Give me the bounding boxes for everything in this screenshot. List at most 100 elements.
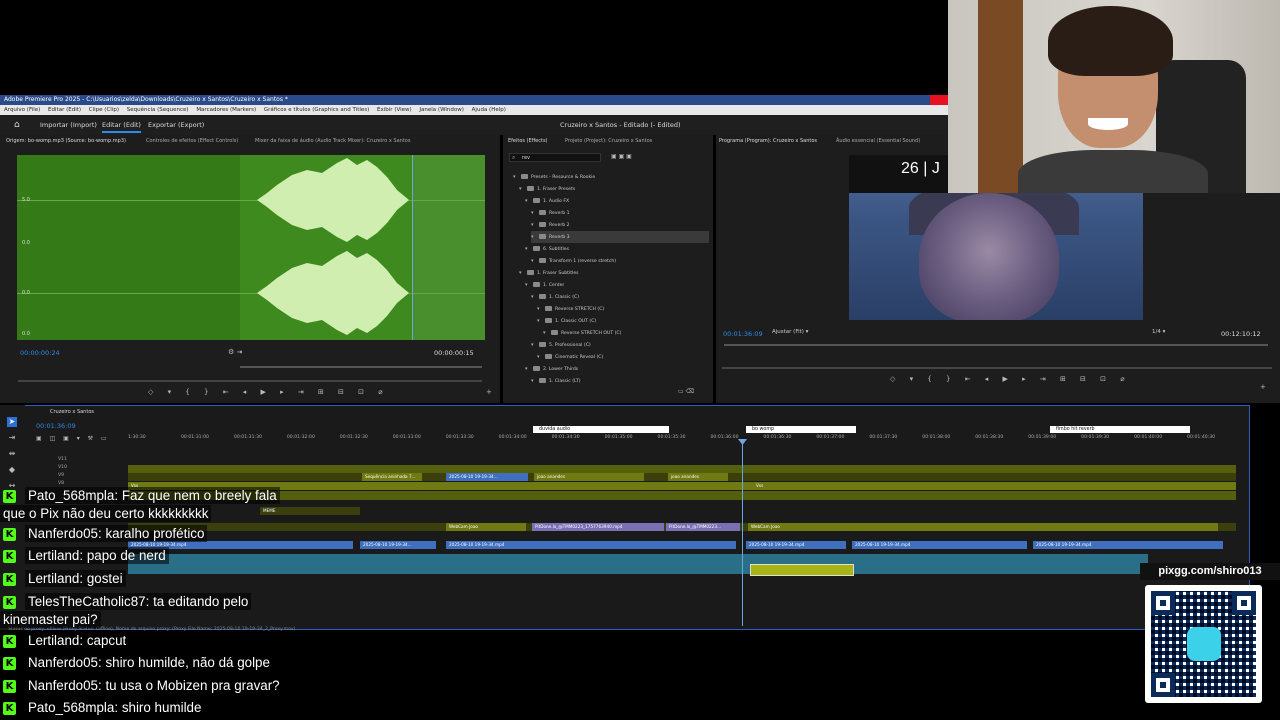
program-transport-controls[interactable]: ◇ ▾ { } ⇤ ◂ ▶ ▸ ⇥ ⊞ ⊟ ⊡ ⌀ bbox=[890, 375, 1130, 383]
clip[interactable]: 2025-08-10 19-19-34.mp4 bbox=[852, 541, 1027, 549]
clip[interactable]: Vss bbox=[753, 482, 813, 490]
chevron-down-icon[interactable]: ▾ bbox=[531, 207, 539, 219]
tab-essential-sound[interactable]: Áudio essencial (Essential Sound) bbox=[836, 135, 920, 147]
source-time-ruler[interactable] bbox=[240, 366, 482, 368]
timeline-playhead[interactable] bbox=[742, 441, 743, 626]
effects-tree-item[interactable]: ▾ Cinematic Reveal (C) bbox=[537, 351, 709, 363]
effects-tree-item[interactable]: ▾ Reverb 2 bbox=[531, 219, 709, 231]
add-button-icon[interactable]: + bbox=[486, 388, 492, 396]
clip[interactable]: WebCam Joao bbox=[446, 523, 526, 531]
marker-label-1[interactable]: duvida audio bbox=[533, 426, 669, 433]
chevron-down-icon[interactable]: ▾ bbox=[531, 255, 539, 267]
chevron-down-icon[interactable]: ▾ bbox=[519, 183, 527, 195]
menu-view[interactable]: Exibir (View) bbox=[377, 107, 412, 113]
effects-tree-item[interactable]: ▾ Transform 1 (reverse stretch) bbox=[531, 255, 709, 267]
tab-project[interactable]: Projeto (Project): Cruzeiro x Santos bbox=[565, 135, 652, 147]
wrench-icon[interactable]: ⚙ ⇥ bbox=[228, 348, 242, 356]
clip[interactable]: 2025-08-10 19-19-34.mp4 bbox=[1033, 541, 1223, 549]
chevron-down-icon[interactable]: ▾ bbox=[525, 195, 533, 207]
effects-search-input[interactable]: ⌕ rev bbox=[509, 153, 601, 162]
add-button-icon[interactable]: + bbox=[1260, 383, 1266, 391]
chevron-down-icon[interactable]: ▾ bbox=[543, 327, 551, 339]
track-select-tool-icon[interactable]: ⇥ bbox=[7, 433, 17, 443]
audio-waveform[interactable]: 5.0 0.0 0.0 0.0 bbox=[17, 155, 485, 340]
effects-tree-item[interactable]: ▾ Reverb 3 bbox=[531, 231, 709, 243]
clip[interactable]: 2025-08-10 19-19-34.mp4 bbox=[746, 541, 846, 549]
sequence-tab[interactable]: Cruzeiro x Santos bbox=[50, 409, 94, 415]
track-label-v9[interactable]: V9 bbox=[58, 473, 64, 478]
timeline-ruler[interactable]: 1:30:30 00:01:31:00 00:01:31:30 00:01:32:00… bbox=[128, 432, 1240, 446]
chevron-down-icon[interactable]: ▾ bbox=[537, 315, 545, 327]
clip[interactable]: joao anandes bbox=[534, 473, 644, 481]
tab-program[interactable]: Programa (Program): Cruzeiro x Santos bbox=[719, 135, 817, 147]
menu-sequence[interactable]: Sequência (Sequence) bbox=[127, 107, 189, 113]
effects-tree-item[interactable]: ▾ 1. Fraser Subtitles bbox=[519, 267, 709, 279]
chevron-down-icon[interactable]: ▾ bbox=[531, 291, 539, 303]
effects-tree-item[interactable]: ▾ 1. Classic (C) bbox=[531, 291, 709, 303]
effects-tree-item[interactable]: ▾ Presets - Resource & Rookie bbox=[513, 171, 709, 183]
effects-tree-item[interactable]: ▾ 1. Fraser Presets bbox=[519, 183, 709, 195]
marker-label-3[interactable]: fimbo hit reverb bbox=[1050, 426, 1190, 433]
zoom-fit-dropdown[interactable]: Ajustar (Fit) ▾ bbox=[772, 327, 818, 337]
menu-clip[interactable]: Clipe (Clip) bbox=[89, 107, 119, 113]
tab-export[interactable]: Exportar (Export) bbox=[148, 115, 204, 135]
source-current-timecode[interactable]: 00:00:00:24 bbox=[20, 349, 60, 357]
razor-tool-icon[interactable]: ◆ bbox=[7, 465, 17, 475]
tab-effects[interactable]: Efeitos (Effects) bbox=[508, 135, 548, 147]
clip[interactable]: PitDone.lo_@TMM0223_1757763940.mp4 bbox=[532, 523, 664, 531]
chevron-down-icon[interactable]: ▾ bbox=[525, 363, 533, 375]
chevron-down-icon[interactable]: ▾ bbox=[513, 171, 521, 183]
effects-tree-item[interactable]: ▾ 5. Professional (C) bbox=[531, 339, 709, 351]
effects-tree-item[interactable]: ▾ 1. Classic (LT) bbox=[531, 375, 709, 387]
effects-tree-item[interactable]: ▾ Reverse STRETCH (C) bbox=[537, 303, 709, 315]
marker-label-2[interactable]: bo womp bbox=[746, 426, 856, 433]
audio-clip-selected[interactable] bbox=[750, 564, 854, 576]
chevron-down-icon[interactable]: ▾ bbox=[531, 375, 539, 387]
menu-markers[interactable]: Marcadores (Markers) bbox=[196, 107, 256, 113]
timeline-tool-icons[interactable]: ▣ ◫ ▣ ▾ ⚒ ▭ bbox=[36, 435, 110, 442]
chevron-down-icon[interactable]: ▾ bbox=[525, 243, 533, 255]
chevron-down-icon[interactable]: ▾ bbox=[537, 303, 545, 315]
tab-import[interactable]: Importar (Import) bbox=[40, 115, 97, 135]
effects-tree-item[interactable]: ▾ Reverse STRETCH OUT (C) bbox=[543, 327, 709, 339]
menu-file[interactable]: Arquivo (File) bbox=[4, 107, 40, 113]
clip[interactable]: Sequência aninhada 7... bbox=[362, 473, 422, 481]
delete-icon[interactable]: ▭ ⌫ bbox=[678, 388, 694, 395]
effects-tree-item[interactable]: ▾ 1. Classic OUT (C) bbox=[537, 315, 709, 327]
chevron-down-icon[interactable]: ▾ bbox=[531, 231, 539, 243]
source-zoom-scrollbar[interactable] bbox=[18, 380, 482, 382]
timeline-current-timecode[interactable]: 00:01:36:09 bbox=[36, 422, 76, 430]
tab-audio-track-mixer[interactable]: Mixer da faixa de áudio (Audio Track Mix… bbox=[255, 135, 410, 147]
effects-tree-item[interactable]: ▾ 1. Center bbox=[525, 279, 709, 291]
effects-tree-item[interactable]: ▾ 1. Audio FX bbox=[525, 195, 709, 207]
menu-window[interactable]: Janela (Window) bbox=[419, 107, 464, 113]
chevron-down-icon[interactable]: ▾ bbox=[519, 267, 527, 279]
program-time-ruler[interactable] bbox=[724, 344, 1268, 346]
ripple-edit-tool-icon[interactable]: ⇹ bbox=[7, 449, 17, 459]
tab-edit[interactable]: Editar (Edit) bbox=[102, 115, 141, 133]
clip[interactable]: 2025-08-10 19-19-34... bbox=[360, 541, 436, 549]
effects-tree-item[interactable]: ▾ 6. Subtitles bbox=[525, 243, 709, 255]
menu-graphics[interactable]: Gráficos e títulos (Graphics and Titles) bbox=[264, 107, 369, 113]
clip[interactable]: 2025-08-10 19-19-34... bbox=[446, 473, 528, 481]
effects-tree-item[interactable]: ▾ Reverb 1 bbox=[531, 207, 709, 219]
clip[interactable]: WebCam Joao bbox=[748, 523, 1218, 531]
tab-effect-controls[interactable]: Controles de efeitos (Effect Controls) bbox=[146, 135, 238, 147]
tab-source[interactable]: Origem: bo-womp.mp3 (Source: bo-womp.mp3… bbox=[6, 135, 126, 147]
program-zoom-scrollbar[interactable] bbox=[722, 367, 1272, 369]
selection-tool-icon[interactable]: ➤ bbox=[7, 417, 17, 427]
resolution-dropdown[interactable]: 1/4 ▾ bbox=[1152, 327, 1202, 337]
home-icon[interactable]: ⌂ bbox=[14, 120, 24, 130]
close-window-button[interactable] bbox=[930, 95, 948, 105]
chevron-down-icon[interactable]: ▾ bbox=[531, 339, 539, 351]
program-current-timecode[interactable]: 00:01:36:09 bbox=[723, 330, 763, 338]
menu-edit[interactable]: Editar (Edit) bbox=[48, 107, 81, 113]
track-label-v11[interactable]: V11 bbox=[58, 457, 67, 462]
chevron-down-icon[interactable]: ▾ bbox=[537, 351, 545, 363]
source-transport-controls[interactable]: ◇ ▾ { } ⇤ ◂ ▶ ▸ ⇥ ⊞ ⊟ ⊡ ⌀ bbox=[148, 388, 388, 396]
clip[interactable]: joao anandes bbox=[668, 473, 728, 481]
chevron-down-icon[interactable]: ▾ bbox=[525, 279, 533, 291]
clip[interactable]: PitDone.lo_@TMM0223... bbox=[666, 523, 740, 531]
source-playhead[interactable] bbox=[412, 155, 413, 340]
effects-tree-item[interactable]: ▾ 2. Lower Thirds bbox=[525, 363, 709, 375]
